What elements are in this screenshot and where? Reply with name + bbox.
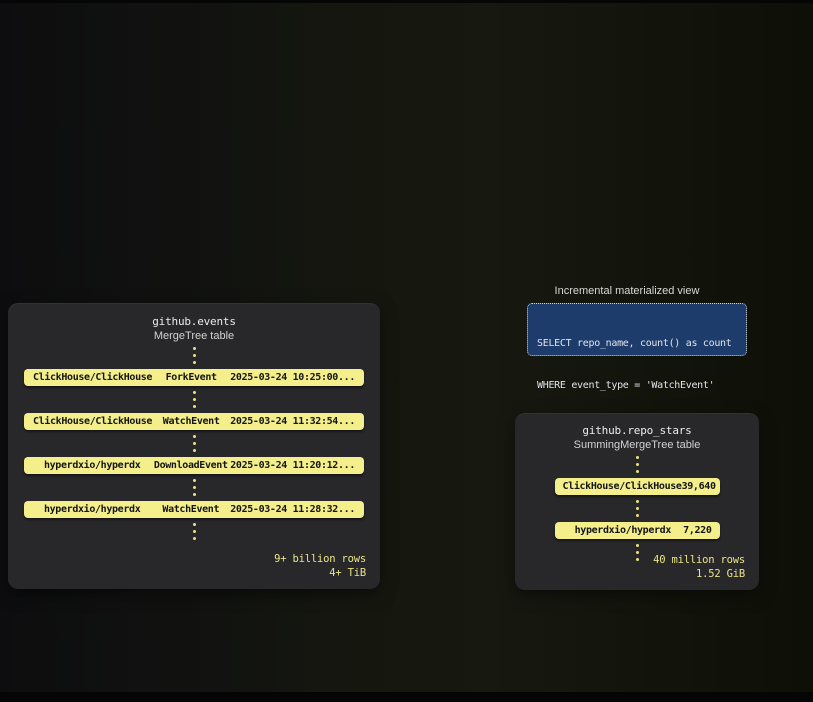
more-columns-ellipsis: ...	[338, 460, 355, 471]
data-size-stat: 1.52 GiB	[653, 567, 745, 581]
dot-icon	[193, 523, 196, 526]
event-type: WatchEvent	[152, 416, 230, 427]
dot-icon	[636, 514, 639, 517]
dot-icon	[636, 551, 639, 554]
table-size-stats: 40 million rows 1.52 GiB	[653, 553, 745, 581]
dot-icon	[193, 398, 196, 401]
dot-icon	[193, 537, 196, 540]
table-row: ClickHouse/ClickHouse 39,640	[555, 478, 720, 495]
dot-icon	[193, 530, 196, 533]
ellipsis-dots	[515, 456, 759, 473]
star-count: 39,640	[682, 481, 716, 492]
dot-icon	[193, 486, 196, 489]
code-line: SELECT repo_name, count() as count	[537, 337, 737, 351]
ellipsis-dots	[515, 500, 759, 517]
table-row: ClickHouse/ClickHouse ForkEvent 2025-03-…	[24, 369, 364, 386]
dot-icon	[193, 361, 196, 364]
dot-icon	[636, 456, 639, 459]
repo-stars-table-subtitle: SummingMergeTree table	[515, 439, 759, 451]
top-black-bar	[0, 0, 813, 3]
data-size-stat: 4+ TiB	[274, 566, 366, 580]
repo-name: ClickHouse/ClickHouse	[33, 372, 152, 383]
repo-name: hyperdxio/hyperdx	[33, 460, 151, 471]
diagram-canvas: github.events MergeTree table ClickHouse…	[0, 0, 813, 702]
dot-icon	[636, 544, 639, 547]
event-timestamp: 2025-03-24 11:20:12	[230, 460, 338, 471]
more-columns-ellipsis: ...	[338, 416, 355, 427]
star-count: 7,220	[683, 525, 711, 536]
table-row: hyperdxio/hyperdx DownloadEvent 2025-03-…	[24, 457, 364, 474]
dot-icon	[193, 479, 196, 482]
events-table-subtitle: MergeTree table	[8, 330, 380, 342]
materialized-view-label: Incremental materialized view	[517, 285, 737, 297]
dot-icon	[636, 500, 639, 503]
materialized-view-code-block: SELECT repo_name, count() as count WHERE…	[527, 303, 747, 356]
dot-icon	[636, 558, 639, 561]
table-row: hyperdxio/hyperdx 7,220	[555, 522, 720, 539]
events-table-title: github.events	[8, 315, 380, 328]
event-timestamp: 2025-03-24 10:25:00	[230, 372, 338, 383]
events-table-panel: github.events MergeTree table ClickHouse…	[8, 303, 380, 589]
table-row: ClickHouse/ClickHouse WatchEvent 2025-03…	[24, 413, 364, 430]
event-type: DownloadEvent	[151, 460, 230, 471]
table-row: hyperdxio/hyperdx WatchEvent 2025-03-24 …	[24, 501, 364, 518]
event-timestamp: 2025-03-24 11:28:32	[230, 504, 338, 515]
dot-icon	[193, 391, 196, 394]
event-type: WatchEvent	[151, 504, 230, 515]
more-columns-ellipsis: ...	[338, 504, 355, 515]
dot-icon	[636, 463, 639, 466]
bottom-black-bar	[0, 692, 813, 702]
dot-icon	[193, 354, 196, 357]
repo-name: ClickHouse/ClickHouse	[33, 416, 152, 427]
event-type: ForkEvent	[152, 372, 230, 383]
ellipsis-dots	[8, 347, 380, 364]
event-timestamp: 2025-03-24 11:32:54	[230, 416, 338, 427]
ellipsis-dots	[8, 523, 380, 540]
table-size-stats: 9+ billion rows 4+ TiB	[274, 552, 366, 580]
row-count-stat: 40 million rows	[653, 553, 745, 567]
code-line: WHERE event_type = 'WatchEvent'	[537, 379, 737, 393]
repo-name: ClickHouse/ClickHouse	[563, 481, 682, 492]
dot-icon	[193, 435, 196, 438]
ellipsis-dots	[8, 391, 380, 408]
dot-icon	[636, 470, 639, 473]
dot-icon	[193, 405, 196, 408]
ellipsis-dots	[8, 435, 380, 452]
repo-name: hyperdxio/hyperdx	[563, 525, 684, 536]
ellipsis-dots	[8, 479, 380, 496]
dot-icon	[636, 507, 639, 510]
dot-icon	[193, 347, 196, 350]
dot-icon	[193, 449, 196, 452]
repo-name: hyperdxio/hyperdx	[33, 504, 151, 515]
repo-stars-table-panel: github.repo_stars SummingMergeTree table…	[515, 413, 759, 590]
dot-icon	[193, 442, 196, 445]
repo-stars-table-title: github.repo_stars	[515, 424, 759, 437]
dot-icon	[193, 493, 196, 496]
row-count-stat: 9+ billion rows	[274, 552, 366, 566]
more-columns-ellipsis: ...	[338, 372, 355, 383]
